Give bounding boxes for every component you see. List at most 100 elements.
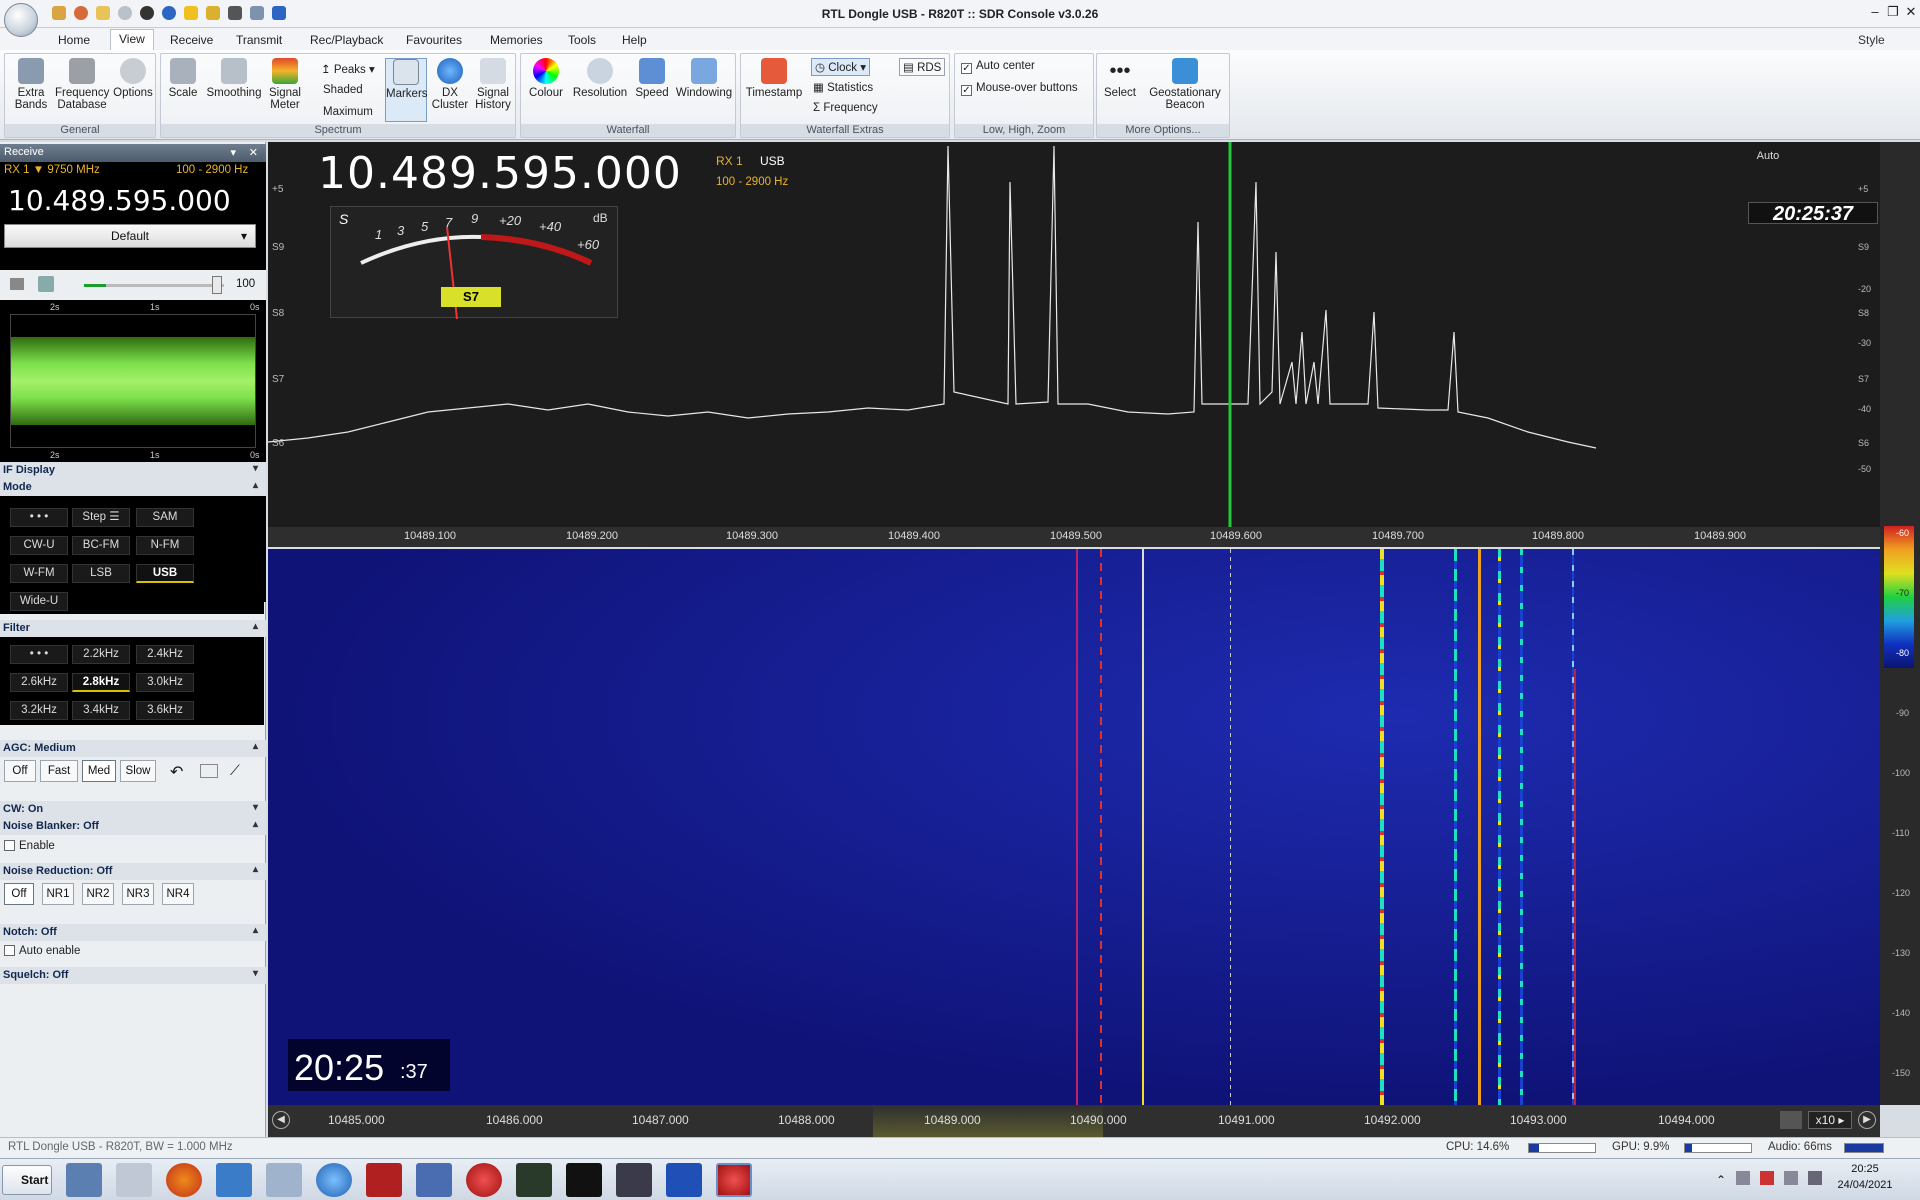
style-menu[interactable]: Style xyxy=(1850,31,1893,49)
chevron-down-icon[interactable]: ▾ xyxy=(230,146,236,159)
filter-22-button[interactable]: 2.2kHz xyxy=(72,645,130,664)
extra-bands-button[interactable]: Extra Bands xyxy=(9,58,53,111)
tray-date[interactable]: 24/04/2021 xyxy=(1830,1179,1900,1191)
waterfall-frequency-axis[interactable]: ◀ 10485.000 10486.000 10487.000 10488.00… xyxy=(268,1105,1880,1137)
tray-expand-icon[interactable]: ⌃ xyxy=(1716,1173,1726,1187)
mode-step-button[interactable]: Step ☰ xyxy=(72,508,130,527)
notch-header[interactable]: Notch: Off ▴ xyxy=(0,924,266,941)
markers-button[interactable]: Markers xyxy=(385,58,428,122)
cw-header[interactable]: CW: On ▾ xyxy=(0,801,266,818)
speed-button[interactable]: Speed xyxy=(631,58,673,99)
filter-32-button[interactable]: 3.2kHz xyxy=(10,701,68,720)
mode-usb-button[interactable]: USB xyxy=(136,564,194,583)
filter-28-button[interactable]: 2.8kHz xyxy=(72,673,130,692)
preset-dropdown[interactable]: Default ▾ xyxy=(4,224,256,248)
resolution-button[interactable]: Resolution xyxy=(569,58,631,99)
mode-bcfm-button[interactable]: BC-FM xyxy=(72,536,130,555)
agc-fast-button[interactable]: Fast xyxy=(40,760,78,782)
mode-more-button[interactable]: • • • xyxy=(10,508,68,527)
nr-off-button[interactable]: Off xyxy=(4,883,34,905)
firefox-icon[interactable] xyxy=(166,1163,202,1197)
filter-header[interactable]: Filter ▴ xyxy=(0,620,266,637)
network-icon[interactable] xyxy=(416,1163,452,1197)
spectrum-frequency-axis[interactable]: 10489.100 10489.200 10489.300 10489.400 … xyxy=(268,527,1880,547)
close-button[interactable]: ✕ xyxy=(1902,4,1920,22)
calculator-icon[interactable] xyxy=(266,1163,302,1197)
visible-range-highlight[interactable] xyxy=(873,1105,1103,1137)
tray-icon[interactable] xyxy=(1784,1171,1798,1185)
filter-34-button[interactable]: 3.4kHz xyxy=(72,701,130,720)
agc-med-button[interactable]: Med xyxy=(82,760,116,782)
agc-header[interactable]: AGC: Medium ▴ xyxy=(0,740,266,757)
undo-icon[interactable]: ↶ xyxy=(170,762,183,782)
sdr-console-icon[interactable] xyxy=(716,1163,752,1197)
peaks-button[interactable]: ↥ Peaks ▾ xyxy=(321,62,375,76)
checkbox[interactable]: ✓ xyxy=(961,63,972,74)
graph-icon[interactable]: ⟋ xyxy=(230,762,240,779)
scroll-right-icon[interactable]: ▶ xyxy=(1858,1111,1876,1129)
signal-meter-button[interactable]: Signal Meter xyxy=(265,58,305,111)
window-icon[interactable] xyxy=(200,764,218,778)
scale-button[interactable]: Scale xyxy=(165,58,201,99)
receive-frequency[interactable]: 10.489.595.000 xyxy=(8,184,231,217)
tray-icon[interactable] xyxy=(1760,1171,1774,1185)
volume-slider[interactable] xyxy=(84,284,224,287)
notch-auto-checkbox[interactable]: Auto enable xyxy=(4,945,80,957)
nr4-button[interactable]: NR4 xyxy=(162,883,194,905)
waterfall-scale[interactable]: -60 -70 -80 -90 -100 -110 -120 -130 -140… xyxy=(1880,142,1920,1105)
dvb-icon[interactable] xyxy=(616,1163,652,1197)
mode-cwu-button[interactable]: CW-U xyxy=(10,536,68,555)
tray-icon[interactable] xyxy=(1736,1171,1750,1185)
menu-home[interactable]: Home xyxy=(50,31,98,49)
colour-button[interactable]: Colour xyxy=(525,58,567,99)
mode-wfm-button[interactable]: W-FM xyxy=(10,564,68,583)
speaker-icon[interactable] xyxy=(1808,1171,1822,1185)
keyboard-icon[interactable] xyxy=(1780,1111,1802,1129)
mode-sam-button[interactable]: SAM xyxy=(136,508,194,527)
nr2-button[interactable]: NR2 xyxy=(82,883,114,905)
minimize-button[interactable]: – xyxy=(1866,4,1884,22)
bars-icon[interactable] xyxy=(10,278,24,290)
spectrum-display[interactable]: 10.489.595.000 RX 1 USB 100 - 2900 Hz S … xyxy=(268,142,1920,532)
frequency-button[interactable]: Σ Frequency xyxy=(813,102,878,114)
antenna-icon[interactable] xyxy=(466,1163,502,1197)
agc-slow-button[interactable]: Slow xyxy=(120,760,156,782)
menu-view[interactable]: View xyxy=(110,29,154,50)
mouse-over-checkbox[interactable]: ✓ Mouse-over buttons xyxy=(961,82,1078,96)
checkbox[interactable]: ✓ xyxy=(961,85,972,96)
select-button[interactable]: ••• Select xyxy=(1101,58,1139,99)
mode-wideu-button[interactable]: Wide-U xyxy=(10,592,68,611)
tool-icon[interactable] xyxy=(116,1163,152,1197)
filter-30-button[interactable]: 3.0kHz xyxy=(136,673,194,692)
mode-header[interactable]: Mode ▴ xyxy=(0,479,266,496)
terminal-icon[interactable] xyxy=(566,1163,602,1197)
squelch-header[interactable]: Squelch: Off ▾ xyxy=(0,967,266,984)
noise-blanker-header[interactable]: Noise Blanker: Off ▴ xyxy=(0,818,266,835)
if-display-header[interactable]: IF Display ▾ xyxy=(0,462,266,479)
globe-icon[interactable] xyxy=(316,1163,352,1197)
tray-time[interactable]: 20:25 xyxy=(1830,1163,1900,1175)
splat-icon[interactable] xyxy=(366,1163,402,1197)
auto-scale-button[interactable]: Auto xyxy=(1748,150,1788,166)
clock-button[interactable]: ◷ Clock ▾ xyxy=(811,58,870,76)
speaker-icon[interactable] xyxy=(38,276,54,292)
smoothing-button[interactable]: Smoothing xyxy=(205,58,263,99)
menu-memories[interactable]: Memories xyxy=(482,31,551,49)
menu-receive[interactable]: Receive xyxy=(162,31,221,49)
close-icon[interactable]: ✕ xyxy=(249,146,258,159)
auto-center-checkbox[interactable]: ✓ Auto center xyxy=(961,60,1035,74)
monitor-icon[interactable] xyxy=(516,1163,552,1197)
volume-slider-thumb[interactable] xyxy=(212,276,222,294)
shaded-button[interactable]: Shaded xyxy=(323,84,363,96)
waterfall-display[interactable]: 20:25 :37 xyxy=(268,549,1880,1105)
grid-icon[interactable] xyxy=(666,1163,702,1197)
agc-off-button[interactable]: Off xyxy=(4,760,36,782)
app-menu-icon[interactable] xyxy=(4,3,38,37)
filter-24-button[interactable]: 2.4kHz xyxy=(136,645,194,664)
mode-nfm-button[interactable]: N-FM xyxy=(136,536,194,555)
frequency-database-button[interactable]: Frequency Database xyxy=(55,58,109,111)
menu-transmit[interactable]: Transmit xyxy=(228,31,290,49)
menu-rec-playback[interactable]: Rec/Playback xyxy=(302,31,391,49)
dx-cluster-button[interactable]: DX Cluster xyxy=(431,58,469,111)
windowing-button[interactable]: Windowing xyxy=(673,58,735,99)
